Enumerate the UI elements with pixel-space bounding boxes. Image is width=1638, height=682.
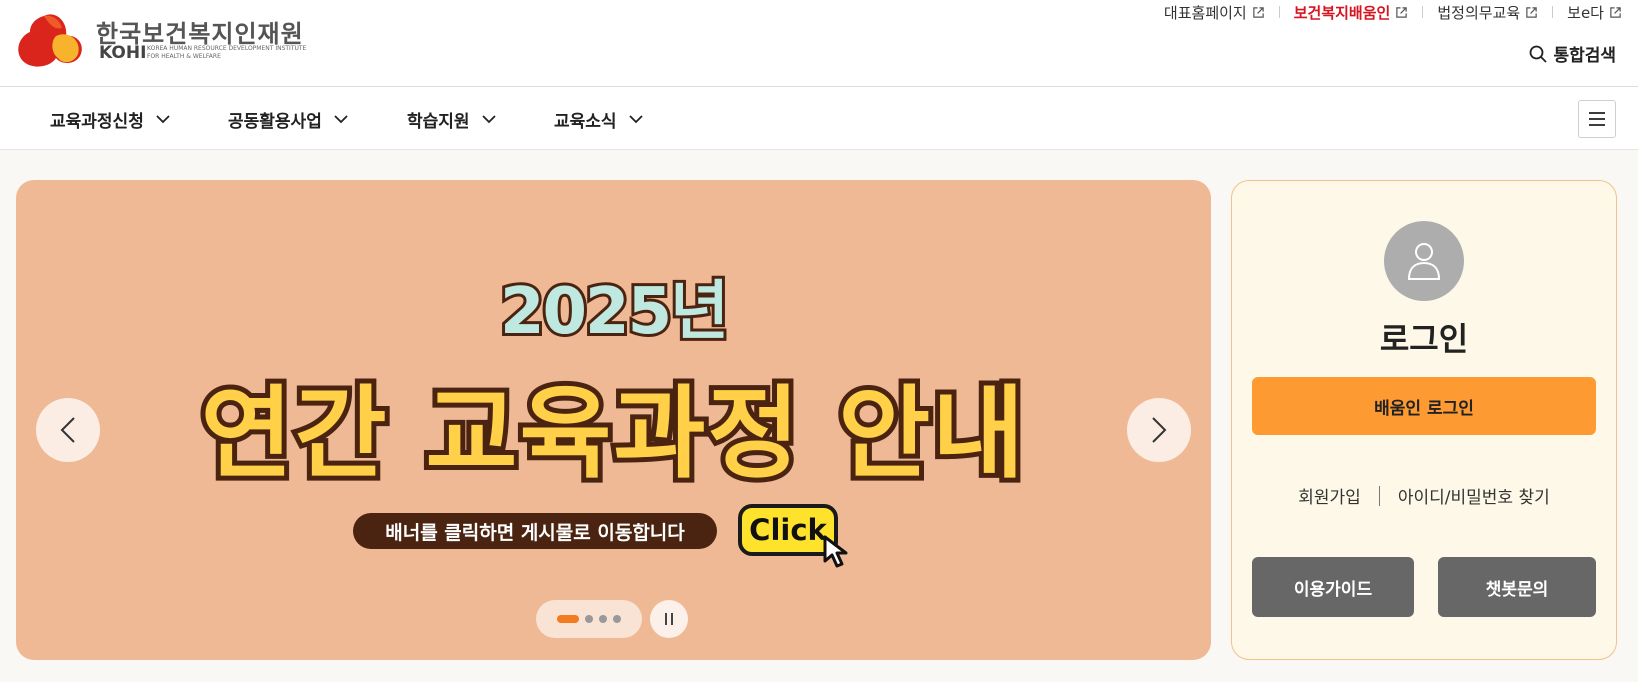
logo-subtitle-line1: KOREA HUMAN RESOURCE DEVELOPMENT INSTITU…	[147, 45, 307, 52]
divider	[1378, 485, 1380, 506]
hamburger-menu-icon	[1589, 112, 1605, 126]
logo-subtitle: KOREA HUMAN RESOURCE DEVELOPMENT INSTITU…	[147, 45, 307, 61]
divider	[1422, 6, 1424, 18]
link-main-homepage-label: 대표홈페이지	[1163, 3, 1247, 22]
chevron-down-icon	[334, 115, 348, 124]
link-mandatory-education[interactable]: 법정의무교육	[1437, 2, 1538, 23]
login-title: 로그인	[1379, 320, 1469, 358]
search-icon	[1530, 45, 1548, 63]
banner-subtitle: 배너를 클릭하면 게시물로 이동합니다	[353, 513, 717, 549]
link-mandatory-education-label: 법정의무교육	[1437, 3, 1521, 22]
user-guide-button[interactable]: 이용가이드	[1252, 557, 1414, 617]
banner-pause-button[interactable]	[650, 600, 688, 638]
nav-item-course-application[interactable]: 교육과정신청	[50, 107, 170, 132]
chevron-right-icon	[1152, 417, 1167, 443]
nav-item-label: 교육과정신청	[50, 112, 144, 132]
nav-item-label: 교육소식	[554, 112, 617, 132]
chevron-down-icon	[628, 115, 643, 124]
banner-prev-button[interactable]	[36, 398, 100, 462]
link-boeda-label: 보e다	[1567, 3, 1604, 22]
kohi-logo-mark	[18, 14, 82, 67]
pagination-dot[interactable]	[599, 615, 607, 623]
link-baeumin-label: 보건복지배움인	[1293, 3, 1391, 22]
divider	[1278, 6, 1280, 18]
user-icon	[1407, 243, 1441, 280]
banner-title: 연간 교육과정 안내	[196, 370, 1030, 497]
baeumin-login-button[interactable]: 배움인 로그인	[1252, 377, 1596, 435]
chevron-down-icon	[156, 115, 170, 124]
pagination-dot[interactable]	[613, 615, 621, 623]
logo-name-english: KOHI	[99, 43, 147, 63]
avatar	[1384, 221, 1464, 301]
pause-icon	[665, 613, 673, 625]
banner-next-button[interactable]	[1127, 398, 1191, 462]
main-banner-slide[interactable]: 2025년 연간 교육과정 안내 배너를 클릭하면 게시물로 이동합니다 Cli…	[16, 180, 1211, 660]
nav-item-label: 공동활용사업	[228, 112, 322, 132]
main-navigation: 교육과정신청 공동활용사업 학습지원 교육소식	[0, 87, 1638, 150]
nav-item-joint-projects[interactable]: 공동활용사업	[228, 107, 348, 132]
nav-item-education-news[interactable]: 교육소식	[554, 107, 643, 132]
banner-year: 2025년	[497, 272, 732, 352]
site-logo[interactable]: 한국보건복지인재원 KOHI KOREA HUMAN RESOURCE DEVE…	[16, 12, 306, 68]
chevron-down-icon	[481, 115, 496, 124]
find-account-link[interactable]: 아이디/비밀번호 찾기	[1398, 483, 1550, 508]
all-menu-button[interactable]	[1578, 100, 1616, 138]
account-links: 회원가입 아이디/비밀번호 찾기	[1232, 483, 1616, 508]
nav-item-learning-support[interactable]: 학습지원	[407, 107, 496, 132]
chevron-left-icon	[60, 417, 75, 443]
external-link-icon	[1526, 6, 1537, 18]
nav-item-label: 학습지원	[407, 112, 470, 132]
login-panel: 로그인 배움인 로그인 회원가입 아이디/비밀번호 찾기 이용가이드 챗봇문의	[1231, 180, 1617, 660]
chatbot-inquiry-button[interactable]: 챗봇문의	[1438, 557, 1596, 617]
pagination-dot-active[interactable]	[557, 615, 579, 623]
banner-pagination	[536, 600, 642, 638]
external-link-icon	[1610, 6, 1621, 18]
mouse-cursor-icon	[823, 535, 848, 568]
link-baeumin[interactable]: 보건복지배움인	[1294, 2, 1409, 23]
site-header: 한국보건복지인재원 KOHI KOREA HUMAN RESOURCE DEVE…	[0, 0, 1638, 87]
divider	[1552, 6, 1554, 18]
link-boeda[interactable]: 보e다	[1567, 2, 1622, 23]
link-main-homepage[interactable]: 대표홈페이지	[1164, 2, 1265, 23]
logo-subtitle-line2: FOR HEALTH & WELFARE	[147, 53, 221, 60]
top-utility-links: 대표홈페이지 보건복지배움인 법정의무교육 보e다	[1164, 1, 1622, 23]
external-link-icon	[1252, 6, 1264, 18]
integrated-search-label: 통합검색	[1553, 46, 1616, 66]
external-link-icon	[1396, 6, 1408, 18]
integrated-search-button[interactable]: 통합검색	[1529, 41, 1616, 66]
signup-link[interactable]: 회원가입	[1298, 483, 1361, 508]
pagination-dot[interactable]	[585, 615, 593, 623]
